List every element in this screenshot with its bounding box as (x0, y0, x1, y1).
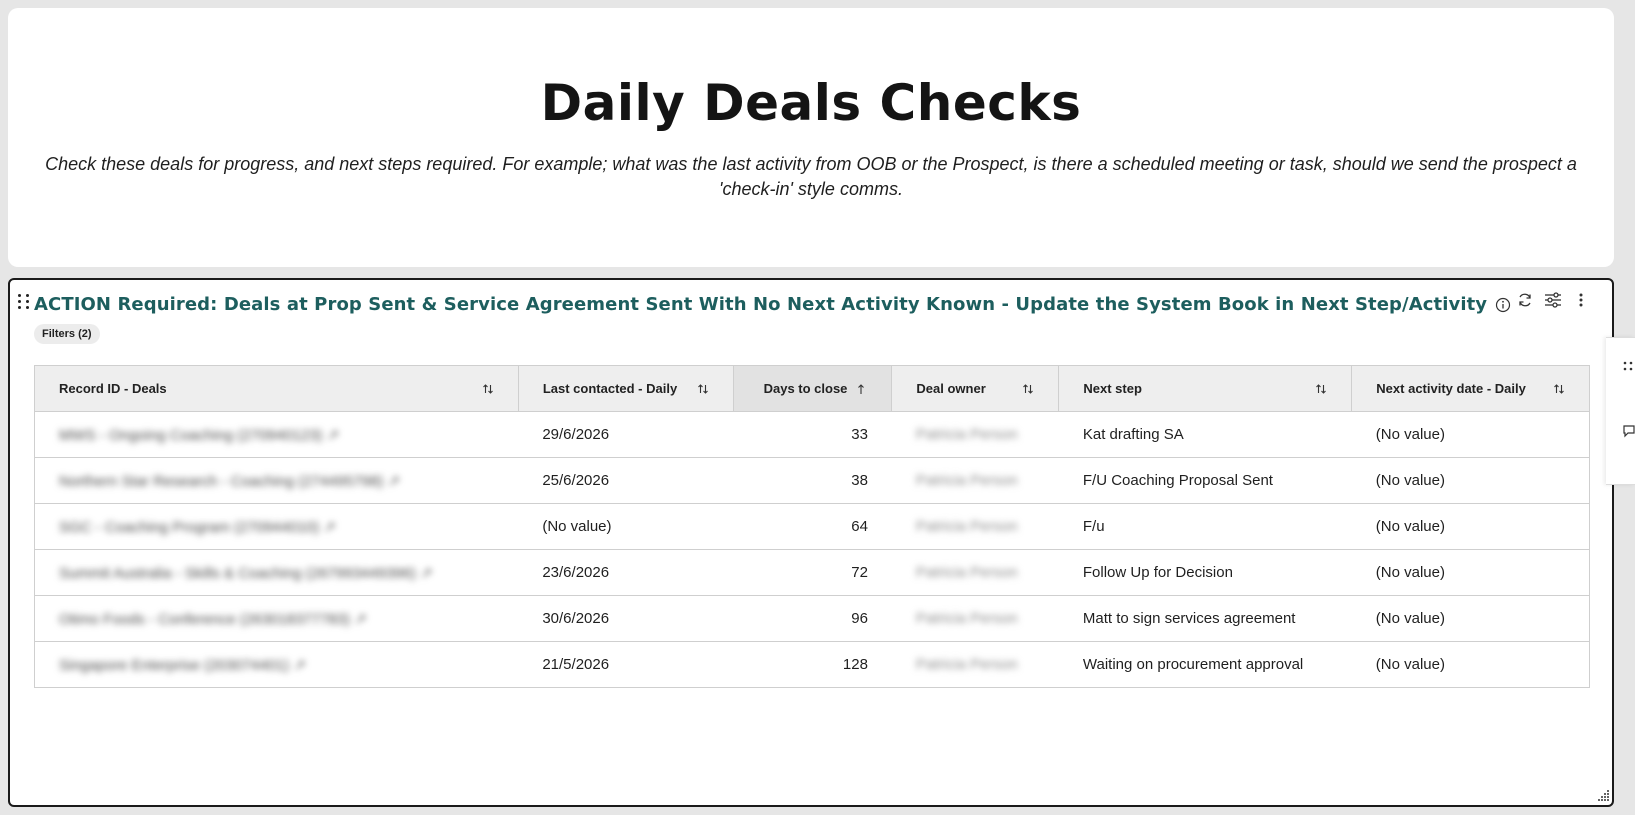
days-to-close-cell: 64 (733, 503, 892, 550)
record-link[interactable]: MWS - Ongoing Coaching (270940123) ↗ (34, 411, 519, 458)
sort-both-icon[interactable] (1022, 383, 1034, 395)
table-header-row: Record ID - Deals Last contacted - Daily… (34, 365, 1590, 412)
next-step-cell: F/u (1058, 503, 1352, 550)
deal-owner-cell: Patricia Person (891, 457, 1059, 504)
record-link[interactable]: Otimo Foods - Conference (263018377783) … (34, 595, 519, 642)
next-activity-cell: (No value) (1351, 457, 1590, 504)
next-step-cell: Kat drafting SA (1058, 411, 1352, 458)
last-contacted-cell: 30/6/2026 (518, 595, 734, 642)
table-row: Northern Star Research - Coaching (27449… (34, 457, 1590, 504)
report-toolbar (1516, 291, 1590, 309)
days-to-close-cell: 72 (733, 549, 892, 596)
column-header-label: Next activity date - Daily (1376, 381, 1526, 396)
table-row: Summit Australia - Skills & Coaching (26… (34, 549, 1590, 596)
comment-icon[interactable] (1622, 424, 1635, 438)
drag-dots-icon[interactable] (1622, 360, 1635, 374)
column-header-label: Last contacted - Daily (542, 381, 678, 396)
filters-button[interactable]: Filters (2) (34, 324, 100, 344)
column-header-label: Deal owner (916, 381, 986, 396)
page-description: Check these deals for progress, and next… (45, 154, 1577, 199)
column-header-record-id[interactable]: Record ID - Deals (34, 365, 519, 412)
record-name[interactable]: MWS - Ongoing Coaching (270940123) ↗ (59, 427, 339, 444)
last-contacted-cell: 23/6/2026 (518, 549, 734, 596)
sort-both-icon[interactable] (1315, 383, 1327, 395)
drag-handle-icon[interactable] (18, 294, 30, 310)
deal-owner-cell: Patricia Person (891, 503, 1059, 550)
column-header-last-contacted[interactable]: Last contacted - Daily (517, 365, 734, 412)
dashboard-header-card: Daily Deals Checks Check these deals for… (8, 8, 1614, 267)
column-header-label: Next step (1083, 381, 1142, 396)
record-name[interactable]: Northern Star Research - Coaching (27449… (59, 473, 400, 490)
sort-both-icon[interactable] (482, 383, 494, 395)
last-contacted-cell: 21/5/2026 (518, 641, 734, 688)
table-row: Otimo Foods - Conference (263018377783) … (34, 595, 1590, 642)
sort-both-icon[interactable] (1553, 383, 1565, 395)
deal-owner-name: Patricia Person (915, 564, 1018, 581)
column-header-next-activity-date[interactable]: Next activity date - Daily (1351, 365, 1590, 412)
resize-grip-icon[interactable] (1596, 789, 1610, 803)
column-header-deal-owner[interactable]: Deal owner (891, 365, 1060, 412)
days-to-close-cell: 96 (733, 595, 892, 642)
record-name[interactable]: Otimo Foods - Conference (263018377783) … (59, 611, 367, 628)
next-activity-cell: (No value) (1351, 549, 1590, 596)
record-name[interactable]: SGC - Coaching Program (270944010) ↗ (59, 519, 336, 536)
deals-table: Record ID - Deals Last contacted - Daily… (34, 365, 1590, 688)
last-contacted-cell: 29/6/2026 (518, 411, 734, 458)
next-step-cell: Matt to sign services agreement (1058, 595, 1352, 642)
record-link[interactable]: Singapore Enterprise (203074401) ↗ (34, 641, 519, 688)
days-to-close-cell: 33 (733, 411, 892, 458)
last-contacted-cell: (No value) (518, 503, 734, 550)
report-card: ACTION Required: Deals at Prop Sent & Se… (8, 278, 1614, 807)
record-link[interactable]: Summit Australia - Skills & Coaching (26… (34, 549, 519, 596)
more-vertical-icon[interactable] (1572, 291, 1590, 309)
deal-owner-name: Patricia Person (915, 472, 1018, 489)
sort-ascending-icon[interactable] (855, 383, 867, 395)
table-row: SGC - Coaching Program (270944010) ↗ (No… (34, 503, 1590, 550)
deal-owner-name: Patricia Person (915, 518, 1018, 535)
page-title: Daily Deals Checks (540, 74, 1082, 132)
next-activity-cell: (No value) (1351, 503, 1590, 550)
next-step-cell: F/U Coaching Proposal Sent (1058, 457, 1352, 504)
refresh-icon[interactable] (1516, 291, 1534, 309)
deal-owner-cell: Patricia Person (891, 549, 1059, 596)
record-name[interactable]: Summit Australia - Skills & Coaching (26… (59, 565, 433, 582)
column-header-days-to-close[interactable]: Days to close (732, 365, 893, 412)
next-step-cell: Waiting on procurement approval (1058, 641, 1352, 688)
next-step-cell: Follow Up for Decision (1058, 549, 1352, 596)
side-panel-tab (1606, 337, 1635, 485)
column-header-next-step[interactable]: Next step (1058, 365, 1353, 412)
table-row: MWS - Ongoing Coaching (270940123) ↗ 29/… (34, 411, 1590, 458)
deal-owner-cell: Patricia Person (891, 641, 1059, 688)
column-header-label: Record ID - Deals (59, 381, 167, 396)
sliders-icon[interactable] (1544, 291, 1562, 309)
deal-owner-name: Patricia Person (915, 656, 1018, 673)
deal-owner-name: Patricia Person (915, 426, 1018, 443)
column-header-label: Days to close (763, 381, 848, 396)
table-row: Singapore Enterprise (203074401) ↗ 21/5/… (34, 641, 1590, 688)
next-activity-cell: (No value) (1351, 595, 1590, 642)
report-title-row: ACTION Required: Deals at Prop Sent & Se… (34, 294, 1511, 315)
days-to-close-cell: 128 (733, 641, 892, 688)
deal-owner-cell: Patricia Person (891, 411, 1059, 458)
record-link[interactable]: SGC - Coaching Program (270944010) ↗ (34, 503, 519, 550)
report-title[interactable]: ACTION Required: Deals at Prop Sent & Se… (34, 294, 1487, 315)
days-to-close-cell: 38 (733, 457, 892, 504)
info-icon[interactable] (1495, 297, 1511, 313)
record-link[interactable]: Northern Star Research - Coaching (27449… (34, 457, 519, 504)
next-activity-cell: (No value) (1351, 411, 1590, 458)
next-activity-cell: (No value) (1351, 641, 1590, 688)
sort-both-icon[interactable] (697, 383, 709, 395)
deal-owner-name: Patricia Person (915, 610, 1018, 627)
last-contacted-cell: 25/6/2026 (518, 457, 734, 504)
record-name[interactable]: Singapore Enterprise (203074401) ↗ (59, 657, 306, 674)
deal-owner-cell: Patricia Person (891, 595, 1059, 642)
